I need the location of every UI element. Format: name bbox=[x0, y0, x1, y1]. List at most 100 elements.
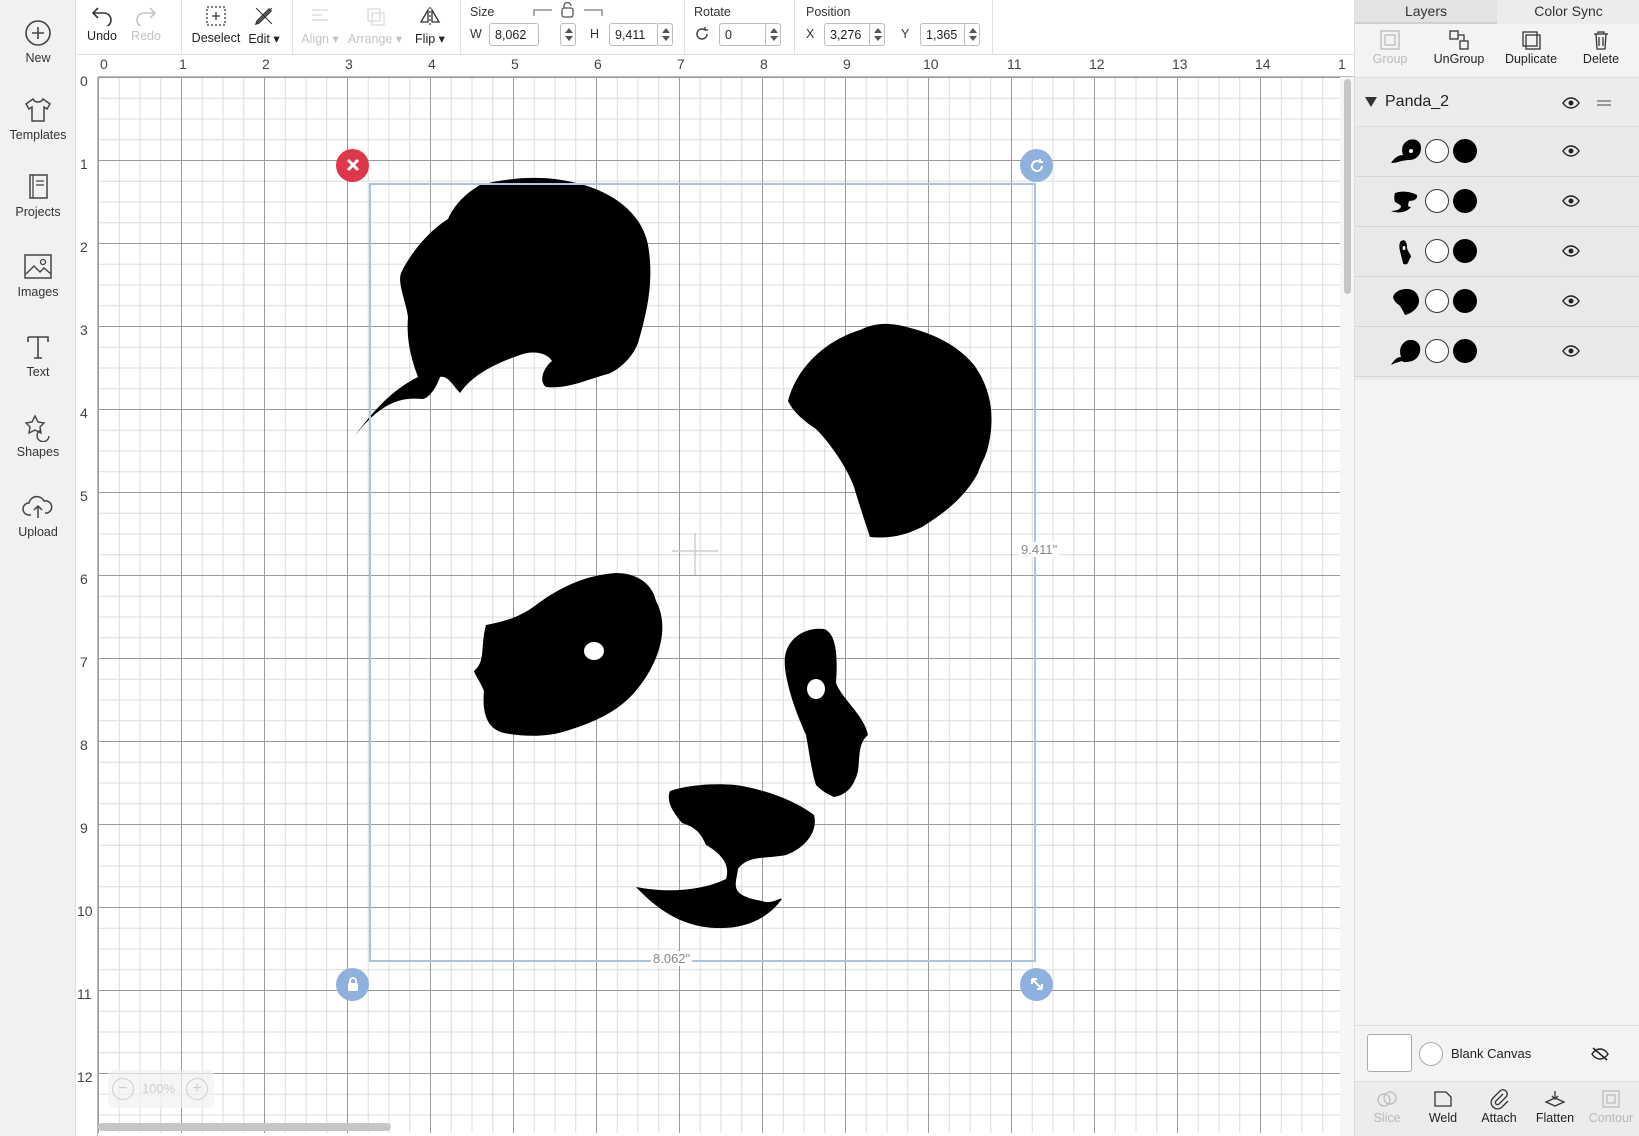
design-canvas[interactable]: 0 1 2 3 4 5 6 7 8 9 10 11 12 13 14 1 0 1… bbox=[76, 55, 1354, 1136]
sidebar-label: Shapes bbox=[16, 445, 60, 459]
duplicate-button[interactable]: Duplicate bbox=[1496, 26, 1566, 66]
weld-button[interactable]: Weld bbox=[1415, 1086, 1471, 1125]
vertical-scroll-thumb[interactable] bbox=[1344, 79, 1351, 294]
sidebar-item-projects[interactable]: Projects bbox=[0, 172, 76, 219]
redo-label: Redo bbox=[131, 29, 161, 43]
layer-color-swatch[interactable] bbox=[1453, 139, 1477, 163]
top-toolbar: Undo Redo Deselect Edit ▾ Align ▾ Arrang… bbox=[76, 0, 1354, 55]
eye-icon[interactable] bbox=[1562, 295, 1580, 307]
zoom-out-button[interactable]: − bbox=[112, 1078, 134, 1100]
width-input[interactable]: 8,062 bbox=[489, 23, 539, 46]
slice-icon bbox=[1377, 1091, 1397, 1107]
duplicate-label: Duplicate bbox=[1504, 52, 1558, 66]
trash-icon bbox=[1594, 31, 1608, 50]
x-letter: X bbox=[806, 27, 815, 41]
panel-tabs: Layers Color Sync bbox=[1355, 0, 1639, 24]
slice-button[interactable]: Slice bbox=[1359, 1086, 1415, 1125]
cut-operation-icon[interactable] bbox=[1425, 239, 1449, 263]
left-sidebar: New Templates Projects Images Text Shape… bbox=[0, 0, 76, 1136]
flip-button[interactable]: Flip ▾ bbox=[410, 0, 450, 55]
width-dimension-label: 8.062" bbox=[651, 951, 693, 966]
text-icon bbox=[27, 336, 49, 359]
arrange-button[interactable]: Arrange ▾ bbox=[346, 0, 404, 55]
edit-button[interactable]: Edit ▾ bbox=[244, 0, 284, 55]
eye-icon[interactable] bbox=[1562, 145, 1580, 157]
height-letter: H bbox=[590, 27, 600, 41]
size-title: Size bbox=[470, 5, 495, 19]
tab-color-sync[interactable]: Color Sync bbox=[1497, 0, 1639, 24]
sidebar-label: Text bbox=[26, 365, 50, 379]
contour-button[interactable]: Contour bbox=[1583, 1086, 1639, 1125]
flatten-label: Flatten bbox=[1535, 1111, 1575, 1125]
layer-color-swatch[interactable] bbox=[1453, 189, 1477, 213]
layer-row[interactable] bbox=[1355, 227, 1639, 277]
resize-handle[interactable] bbox=[1020, 968, 1053, 1001]
blank-canvas-color[interactable] bbox=[1419, 1042, 1443, 1066]
drag-handle-icon[interactable] bbox=[1596, 99, 1612, 107]
width-stepper[interactable] bbox=[560, 23, 576, 46]
selection-box[interactable] bbox=[369, 183, 1036, 962]
collapse-triangle-icon[interactable] bbox=[1364, 96, 1378, 108]
sidebar-item-images[interactable]: Images bbox=[0, 252, 76, 299]
layer-row[interactable] bbox=[1355, 127, 1639, 177]
blank-canvas-swatch[interactable] bbox=[1367, 1034, 1412, 1072]
layer-thumbnail bbox=[1391, 339, 1421, 365]
cut-operation-icon[interactable] bbox=[1425, 189, 1449, 213]
toolbar-divider bbox=[794, 0, 795, 55]
blank-canvas-row[interactable]: Blank Canvas bbox=[1355, 1025, 1639, 1080]
x-position-stepper[interactable] bbox=[869, 23, 885, 46]
delete-handle[interactable] bbox=[336, 149, 369, 182]
layer-row[interactable] bbox=[1355, 277, 1639, 327]
redo-button[interactable]: Redo bbox=[128, 0, 164, 55]
layer-color-swatch[interactable] bbox=[1453, 339, 1477, 363]
zoom-level: 100% bbox=[142, 1081, 176, 1096]
ungroup-button[interactable]: UnGroup bbox=[1424, 26, 1494, 66]
attach-button[interactable]: Attach bbox=[1471, 1086, 1527, 1125]
layer-row[interactable] bbox=[1355, 327, 1639, 377]
height-stepper[interactable] bbox=[657, 23, 673, 46]
height-input[interactable]: 9,411 bbox=[609, 23, 659, 46]
zoom-in-button[interactable]: + bbox=[186, 1078, 208, 1100]
layer-group-row[interactable]: Panda_2 bbox=[1355, 78, 1639, 127]
contour-icon bbox=[1602, 1090, 1620, 1108]
layer-row[interactable] bbox=[1355, 177, 1639, 227]
flip-label: Flip ▾ bbox=[415, 32, 445, 46]
vertical-scrollbar[interactable] bbox=[1340, 77, 1354, 1136]
align-button[interactable]: Align ▾ bbox=[298, 0, 342, 55]
horizontal-scroll-thumb[interactable] bbox=[98, 1123, 391, 1131]
y-position-stepper[interactable] bbox=[964, 23, 980, 46]
layer-color-swatch[interactable] bbox=[1453, 289, 1477, 313]
size-lock-icon[interactable] bbox=[528, 2, 608, 20]
tab-layers[interactable]: Layers bbox=[1355, 0, 1497, 24]
weld-label: Weld bbox=[1428, 1111, 1458, 1125]
undo-button[interactable]: Undo bbox=[84, 0, 120, 55]
group-button[interactable]: Group bbox=[1355, 26, 1425, 66]
delete-label: Delete bbox=[1582, 52, 1620, 66]
sidebar-item-text[interactable]: Text bbox=[0, 332, 76, 379]
proportion-lock-handle[interactable] bbox=[336, 968, 369, 1001]
sidebar-label: Upload bbox=[18, 525, 58, 539]
sidebar-item-upload[interactable]: Upload bbox=[0, 492, 76, 539]
shapes-icon bbox=[24, 414, 50, 442]
cut-operation-icon[interactable] bbox=[1425, 339, 1449, 363]
eye-icon[interactable] bbox=[1562, 195, 1580, 207]
sidebar-label: New bbox=[25, 51, 51, 65]
eye-icon[interactable] bbox=[1562, 97, 1580, 109]
flatten-button[interactable]: Flatten bbox=[1527, 1086, 1583, 1125]
eye-icon[interactable] bbox=[1562, 345, 1580, 357]
slice-label: Slice bbox=[1373, 1111, 1401, 1125]
deselect-button[interactable]: Deselect bbox=[188, 0, 244, 55]
arrange-label: Arrange ▾ bbox=[347, 32, 403, 46]
sidebar-item-new[interactable]: New bbox=[0, 18, 76, 65]
cut-operation-icon[interactable] bbox=[1425, 139, 1449, 163]
layer-color-swatch[interactable] bbox=[1453, 239, 1477, 263]
eye-hidden-icon[interactable] bbox=[1591, 1047, 1609, 1061]
layer-thumbnail bbox=[1391, 139, 1421, 163]
sidebar-item-shapes[interactable]: Shapes bbox=[0, 412, 76, 459]
sidebar-item-templates[interactable]: Templates bbox=[0, 95, 76, 142]
delete-button[interactable]: Delete bbox=[1566, 26, 1636, 66]
rotate-stepper[interactable] bbox=[765, 23, 781, 46]
eye-icon[interactable] bbox=[1562, 245, 1580, 257]
rotate-handle[interactable] bbox=[1020, 149, 1053, 182]
cut-operation-icon[interactable] bbox=[1425, 289, 1449, 313]
